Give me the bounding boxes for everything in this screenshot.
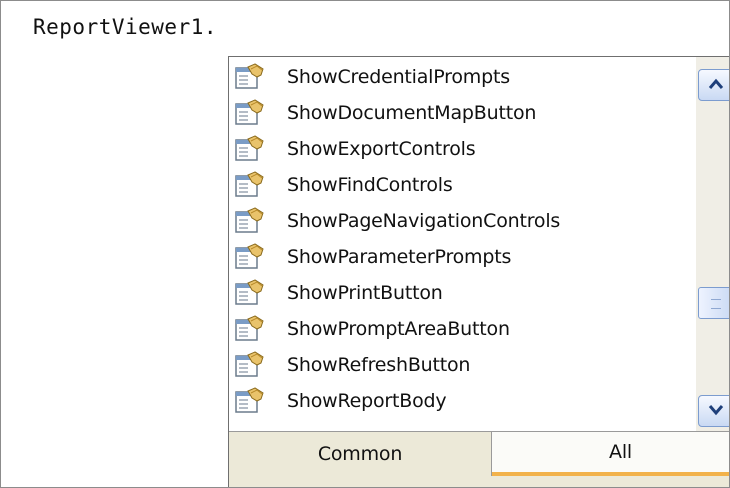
property-icon — [235, 99, 265, 127]
code-text[interactable]: ReportViewer1. — [33, 15, 217, 39]
list-item[interactable]: ShowCredentialPrompts — [229, 59, 689, 95]
list-item[interactable]: ShowFindControls — [229, 167, 689, 203]
grip-icon — [711, 299, 721, 309]
list-item-label: ShowParameterPrompts — [287, 246, 512, 268]
list-item-label: ShowReportBody — [287, 390, 447, 412]
property-icon — [235, 351, 265, 379]
property-icon — [235, 387, 265, 415]
chevron-down-icon — [708, 405, 724, 416]
scroll-down-button[interactable] — [698, 395, 729, 427]
list-item[interactable]: ShowPromptAreaButton — [229, 311, 689, 347]
list-item-label: ShowExportControls — [287, 138, 476, 160]
intellisense-popup: ShowCredentialPrompts ShowDocumentMapBut… — [228, 56, 729, 487]
list-item-label: ShowCredentialPrompts — [287, 66, 510, 88]
property-icon — [235, 135, 265, 163]
list-item[interactable]: ShowParameterPrompts — [229, 239, 689, 275]
vertical-scrollbar[interactable] — [696, 57, 729, 431]
list-item[interactable]: ShowReportBody — [229, 383, 689, 419]
property-icon — [235, 207, 265, 235]
list-item-label: ShowPrintButton — [287, 282, 443, 304]
list-item-label: ShowRefreshButton — [287, 354, 471, 376]
scroll-up-button[interactable] — [698, 69, 729, 101]
tab-all[interactable]: All — [492, 432, 729, 476]
list-item[interactable]: ShowExportControls — [229, 131, 689, 167]
list-item-label: ShowPageNavigationControls — [287, 210, 561, 232]
member-list[interactable]: ShowCredentialPrompts ShowDocumentMapBut… — [229, 57, 689, 432]
list-item[interactable]: ShowRefreshButton — [229, 347, 689, 383]
property-icon — [235, 279, 265, 307]
property-icon — [235, 63, 265, 91]
list-item-label: ShowDocumentMapButton — [287, 102, 537, 124]
property-icon — [235, 243, 265, 271]
list-item[interactable]: ShowPageNavigationControls — [229, 203, 689, 239]
list-item[interactable]: ShowPrintButton — [229, 275, 689, 311]
filter-tabs: Common All — [229, 431, 729, 487]
scroll-thumb[interactable] — [698, 287, 729, 319]
chevron-up-icon — [708, 78, 724, 89]
tab-common[interactable]: Common — [229, 432, 492, 476]
list-item-label: ShowFindControls — [287, 174, 453, 196]
list-item[interactable]: ShowDocumentMapButton — [229, 95, 689, 131]
property-icon — [235, 315, 265, 343]
list-item-label: ShowPromptAreaButton — [287, 318, 510, 340]
property-icon — [235, 171, 265, 199]
code-editor[interactable]: ReportViewer1. ShowCredentialPrompts Sho… — [0, 0, 730, 488]
